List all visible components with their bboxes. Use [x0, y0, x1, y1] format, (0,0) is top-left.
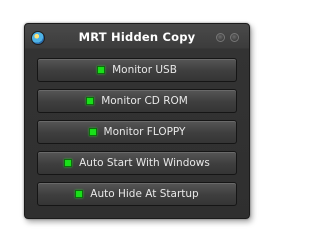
status-indicator-icon — [88, 128, 97, 136]
title-bar[interactable]: MRT Hidden Copy — [25, 24, 249, 50]
status-indicator-icon — [86, 97, 95, 105]
minimize-icon[interactable] — [216, 33, 225, 42]
button-label: Monitor CD ROM — [101, 95, 188, 107]
button-label: Auto Hide At Startup — [90, 188, 199, 200]
button-label: Monitor FLOPPY — [103, 126, 186, 138]
status-indicator-icon — [75, 190, 84, 198]
monitor-usb-button[interactable]: Monitor USB — [37, 58, 237, 82]
auto-hide-startup-button[interactable]: Auto Hide At Startup — [37, 182, 237, 206]
button-label: Monitor USB — [112, 64, 177, 76]
status-indicator-icon — [64, 159, 73, 167]
button-label: Auto Start With Windows — [79, 157, 210, 169]
app-window: MRT Hidden Copy Monitor USB Monitor CD R… — [24, 23, 250, 219]
status-indicator-icon — [97, 66, 106, 74]
close-icon[interactable] — [230, 33, 239, 42]
monitor-cdrom-button[interactable]: Monitor CD ROM — [37, 89, 237, 113]
monitor-floppy-button[interactable]: Monitor FLOPPY — [37, 120, 237, 144]
auto-start-windows-button[interactable]: Auto Start With Windows — [37, 151, 237, 175]
